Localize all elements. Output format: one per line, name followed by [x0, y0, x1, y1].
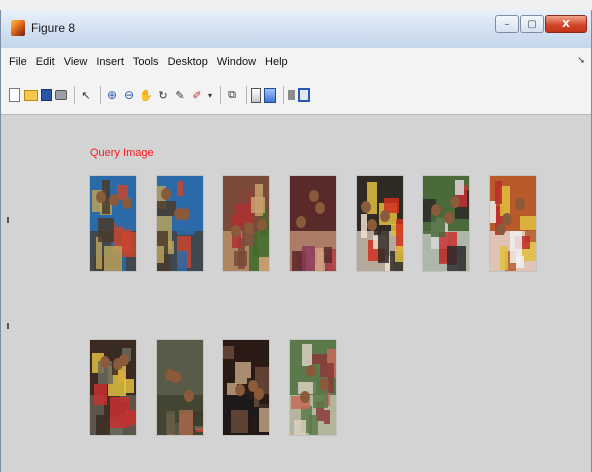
menu-item-view[interactable]: View: [64, 55, 88, 69]
result-image-5: [423, 176, 469, 271]
hide-plot-tools-icon[interactable]: [288, 90, 295, 100]
menu-item-file[interactable]: File: [9, 55, 27, 69]
result-image-4: [357, 176, 403, 271]
open-file-icon[interactable]: [24, 89, 38, 101]
menu-bar: File Edit View Insert Tools Desktop Window Help…: [1, 48, 591, 77]
figure-window: Figure 8 – ▢ X File Edit View Insert Tools De…: [0, 10, 592, 472]
menu-item-window[interactable]: Window: [217, 55, 256, 69]
toolbar-separator: [246, 86, 247, 104]
canvas-tick: [7, 217, 9, 223]
rotate-3d-icon[interactable]: ↻: [156, 87, 170, 103]
menu-item-help[interactable]: Help: [265, 55, 288, 69]
menu-items: File Edit View Insert Tools Desktop Window Help: [9, 55, 297, 69]
edit-plot-arrow-icon[interactable]: ↖: [79, 87, 93, 103]
brush-dropdown-icon[interactable]: ▾: [207, 87, 213, 103]
minimize-button[interactable]: –: [495, 15, 519, 33]
result-image-2: [223, 176, 269, 271]
result-image-9: [223, 340, 269, 435]
toolbar-buttons: ↖ ⊕ ⊖ ✋ ↻ ✎ ✐ ▾ ⧉: [7, 86, 313, 104]
window-controls: – ▢ X: [495, 15, 587, 33]
save-icon[interactable]: [41, 89, 52, 101]
window-title: Figure 8: [31, 21, 76, 35]
brush-icon[interactable]: ✐: [190, 87, 204, 103]
zoom-in-icon[interactable]: ⊕: [105, 87, 119, 103]
toolbar: ↖ ⊕ ⊖ ✋ ↻ ✎ ✐ ▾ ⧉: [1, 76, 591, 115]
result-image-8: [157, 340, 203, 435]
result-image-3: [290, 176, 336, 271]
insert-colorbar-icon[interactable]: [251, 87, 261, 103]
menu-item-edit[interactable]: Edit: [36, 55, 55, 69]
toolbar-separator: [283, 86, 284, 104]
pan-hand-icon[interactable]: ✋: [139, 87, 153, 103]
maximize-button[interactable]: ▢: [520, 15, 544, 33]
toolbar-separator: [100, 86, 101, 104]
menu-item-tools[interactable]: Tools: [133, 55, 159, 69]
menu-item-desktop[interactable]: Desktop: [168, 55, 208, 69]
figure-canvas[interactable]: Query Image: [1, 115, 591, 472]
close-button[interactable]: X: [545, 15, 587, 33]
toolbar-separator: [220, 86, 221, 104]
result-image-1: [157, 176, 203, 271]
print-icon[interactable]: [55, 90, 67, 100]
query-image: [90, 176, 136, 271]
chevron-right-icon[interactable]: ➘: [577, 56, 585, 66]
query-image-label: Query Image: [90, 147, 154, 159]
data-cursor-icon[interactable]: ✎: [173, 87, 187, 103]
menu-item-insert[interactable]: Insert: [96, 55, 124, 69]
result-image-6: [490, 176, 536, 271]
result-image-7: [90, 340, 136, 435]
title-bar[interactable]: Figure 8 – ▢ X: [1, 10, 591, 48]
toolbar-separator: [74, 86, 75, 104]
insert-legend-icon[interactable]: [264, 87, 276, 103]
matlab-figure-icon: [11, 20, 25, 36]
link-plot-icon[interactable]: ⧉: [225, 87, 239, 103]
canvas-tick: [7, 323, 9, 329]
zoom-out-icon[interactable]: ⊖: [122, 87, 136, 103]
result-image-10: [290, 340, 336, 435]
show-plot-tools-icon[interactable]: [298, 88, 310, 102]
new-figure-icon[interactable]: [9, 88, 20, 102]
